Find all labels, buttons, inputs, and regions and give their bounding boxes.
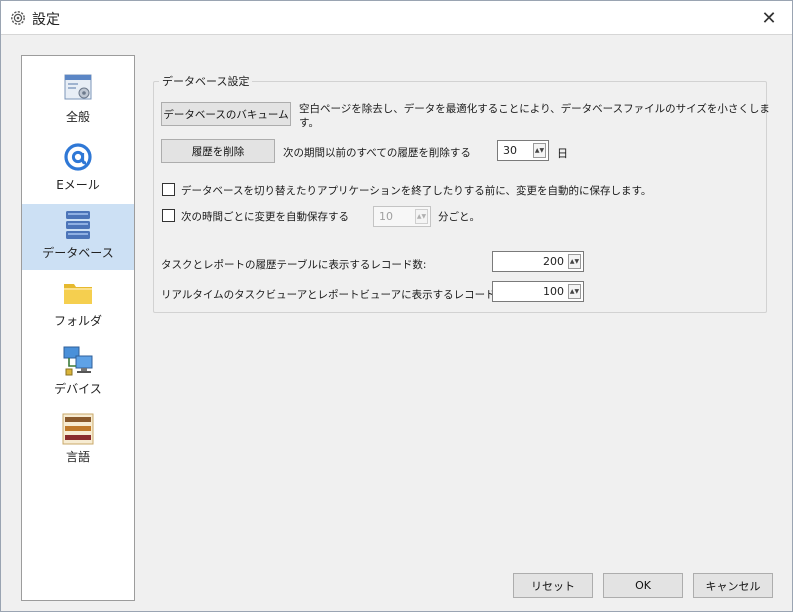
sidebar-item-general[interactable]: 全般	[22, 68, 134, 134]
stepper-value: 100	[543, 285, 564, 298]
general-settings-icon	[64, 74, 92, 100]
interval-unit-label: 分ごと。	[438, 211, 480, 223]
autosave-interval-label: 次の時間ごとに変更を自動保存する	[181, 211, 349, 223]
task-report-history-stepper[interactable]: 200 ▲▼	[492, 251, 584, 272]
sidebar-item-label: Eメール	[56, 178, 100, 192]
language-icon	[62, 413, 94, 445]
stepper-value: 10	[379, 210, 393, 223]
group-title: データベース設定	[159, 73, 253, 89]
title-bar: 設定 ✕	[1, 1, 792, 35]
reset-button[interactable]: リセット	[513, 573, 593, 598]
stepper-value: 30	[503, 144, 517, 157]
category-sidebar: 全般 Eメール データベース フォルダ デバイス 言語	[21, 55, 135, 601]
stepper-arrows-icon[interactable]: ▲▼	[533, 143, 546, 158]
delete-history-days-stepper[interactable]: 30 ▲▼	[497, 140, 549, 161]
sidebar-item-label: データベース	[42, 246, 114, 260]
sidebar-item-folder[interactable]: フォルダ	[22, 272, 134, 338]
task-report-history-label: タスクとレポートの履歴テーブルに表示するレコード数:	[161, 259, 427, 271]
cancel-button[interactable]: キャンセル	[693, 573, 773, 598]
close-button[interactable]: ✕	[746, 1, 792, 35]
sidebar-item-devices[interactable]: デバイス	[22, 340, 134, 406]
database-icon	[66, 211, 90, 239]
ok-button[interactable]: OK	[603, 573, 683, 598]
delete-history-button[interactable]: 履歴を削除	[161, 139, 275, 163]
sidebar-item-label: 全般	[65, 110, 90, 124]
autosave-on-switch-label: データベースを切り替えたりアプリケーションを終了したりする前に、変更を自動的に保…	[181, 185, 652, 197]
close-icon: ✕	[761, 7, 777, 29]
stepper-value: 200	[543, 255, 564, 268]
stepper-arrows-icon[interactable]: ▲▼	[568, 284, 581, 299]
realtime-viewer-stepper[interactable]: 100 ▲▼	[492, 281, 584, 302]
autosave-interval-checkbox[interactable]	[162, 209, 175, 222]
gear-icon	[11, 11, 25, 25]
delete-history-label: 次の期間以前のすべての履歴を削除する	[283, 147, 471, 159]
vacuum-database-button[interactable]: データベースのバキューム	[161, 102, 291, 126]
realtime-viewer-label: リアルタイムのタスクビューアとレポートビューアに表示するレコード数:	[161, 289, 510, 301]
sidebar-item-language[interactable]: 言語	[22, 408, 134, 474]
vacuum-description-cont: す。	[299, 117, 319, 129]
stepper-arrows-icon[interactable]: ▲▼	[415, 209, 428, 224]
autosave-on-switch-checkbox[interactable]	[162, 183, 175, 196]
vacuum-description: 空白ページを除去し、データを最適化することにより、データベースファイルのサイズを…	[299, 103, 770, 115]
devices-icon	[63, 346, 93, 376]
email-at-icon	[64, 143, 92, 171]
sidebar-item-database[interactable]: データベース	[22, 204, 134, 270]
sidebar-item-label: フォルダ	[53, 314, 102, 328]
folder-icon	[64, 284, 92, 304]
days-unit-label: 日	[557, 147, 568, 160]
autosave-interval-stepper[interactable]: 10 ▲▼	[373, 206, 431, 227]
sidebar-item-email[interactable]: Eメール	[22, 136, 134, 202]
settings-dialog: 設定 ✕ 全般 Eメール データベース フォルダ デバイス 言語 データベース設…	[0, 0, 793, 612]
window-title: 設定	[32, 12, 60, 28]
sidebar-item-label: 言語	[65, 450, 90, 464]
stepper-arrows-icon[interactable]: ▲▼	[568, 254, 581, 269]
sidebar-item-label: デバイス	[54, 382, 102, 396]
